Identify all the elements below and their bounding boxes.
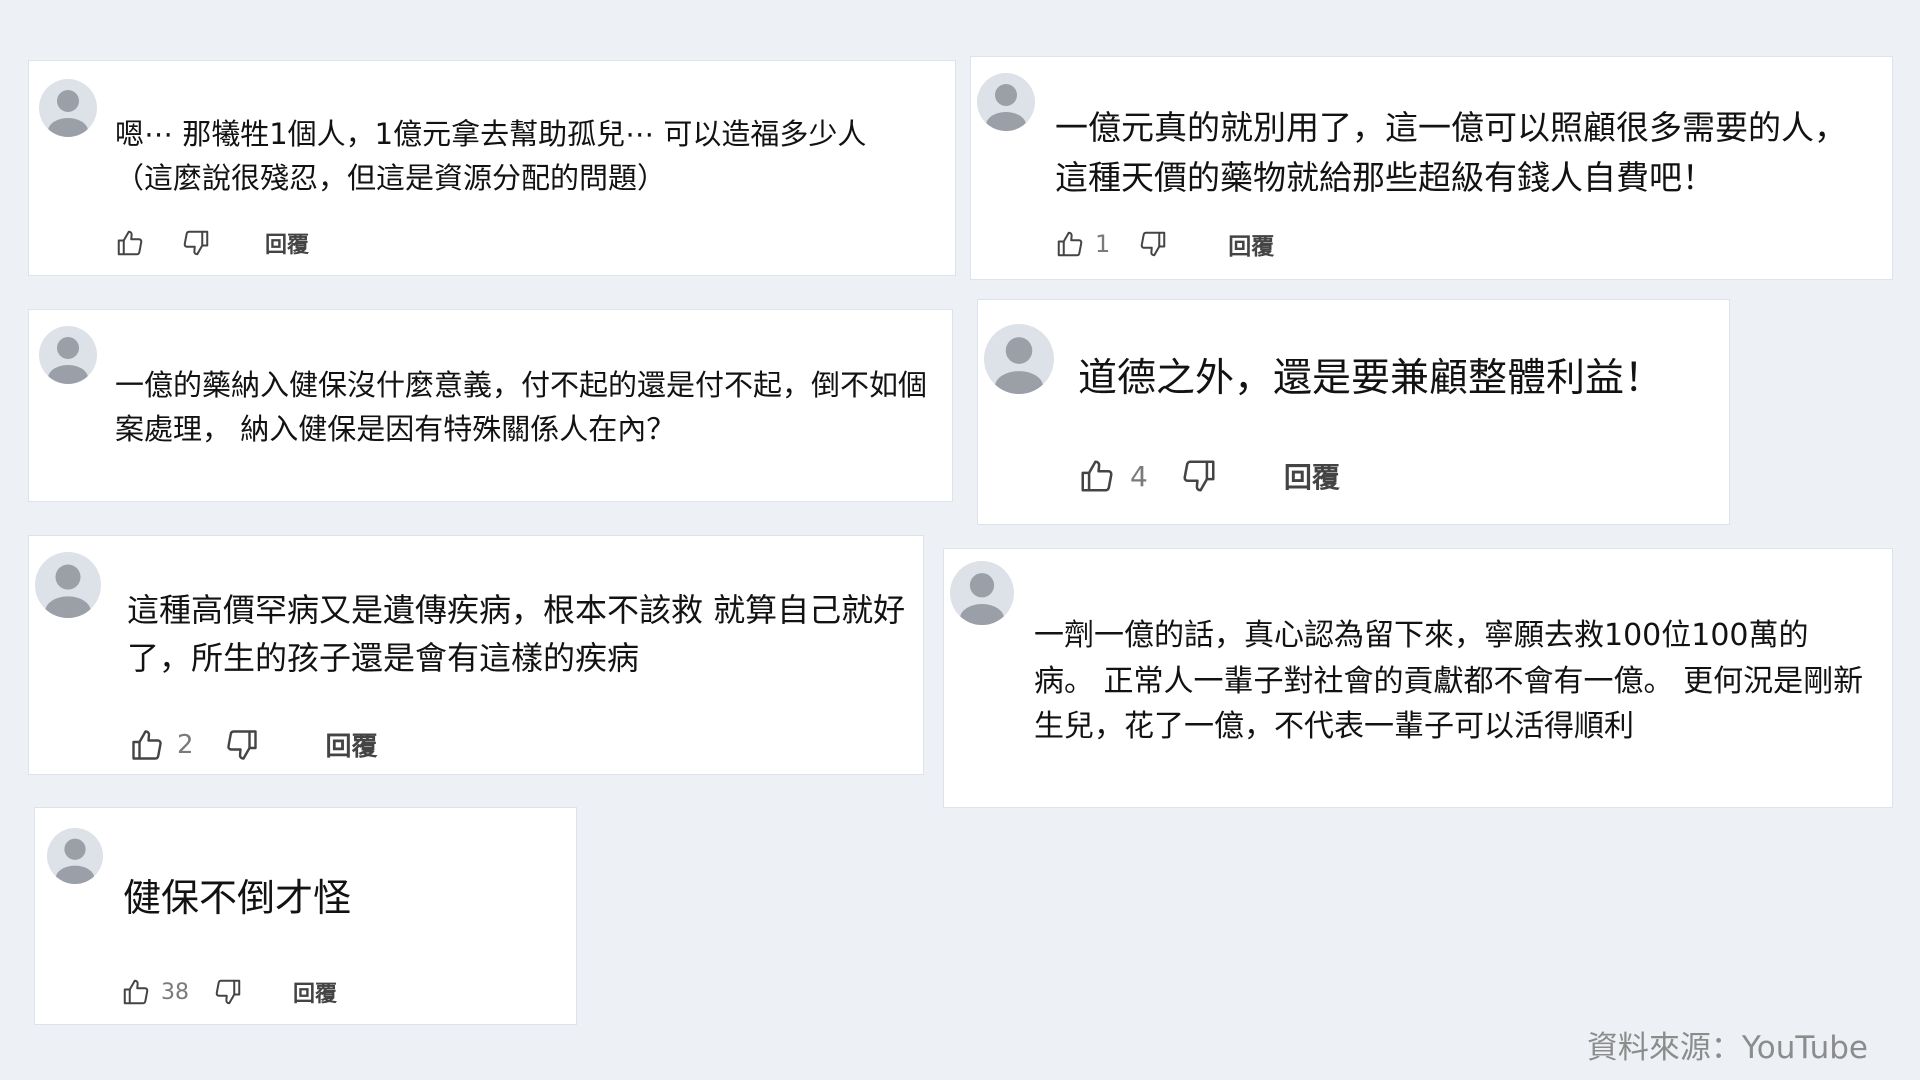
comment-text: 嗯⋯ 那犧牲1個人，1億元拿去幫助孤兒⋯ 可以造福多少人 （這麼說很殘忍，但這是…: [115, 117, 867, 195]
avatar[interactable]: [984, 324, 1054, 394]
reply-button[interactable]: 回覆: [265, 227, 309, 259]
reply-button[interactable]: 回覆: [1284, 456, 1340, 496]
avatar[interactable]: [39, 326, 97, 384]
comment-text: 這種高價罕病又是遺傳疾病，根本不該救 就算自己就好了，所生的孩子還是會有這樣的疾…: [127, 591, 906, 677]
thumbs-down-icon[interactable]: [213, 977, 243, 1007]
comment-card: 一劑一億的話，真心認為留下來，寧願去救100位100萬的病。 正常人一輩子對社會…: [943, 548, 1893, 808]
comment-text: 道德之外，還是要兼顧整體利益！: [1078, 356, 1664, 401]
source-caption: 資料來源：YouTube: [1586, 1030, 1868, 1066]
like-count: 2: [177, 729, 194, 760]
comment-text: 一劑一億的話，真心認為留下來，寧願去救100位100萬的病。 正常人一輩子對社會…: [1034, 618, 1864, 745]
reply-button[interactable]: 回覆: [293, 976, 337, 1008]
thumbs-down-icon[interactable]: [181, 228, 211, 258]
thumbs-up-icon[interactable]: [121, 977, 151, 1007]
reply-button[interactable]: 回覆: [1228, 227, 1274, 261]
like-count: 4: [1130, 459, 1148, 493]
comment-card: 一億元真的就別用了，這一億可以照顧很多需要的人，這種天價的藥物就給那些超級有錢人…: [970, 56, 1893, 280]
avatar[interactable]: [47, 828, 103, 884]
comment-card: 這種高價罕病又是遺傳疾病，根本不該救 就算自己就好了，所生的孩子還是會有這樣的疾…: [28, 535, 924, 775]
comment-card: 嗯⋯ 那犧牲1個人，1億元拿去幫助孤兒⋯ 可以造福多少人 （這麼說很殘忍，但這是…: [28, 60, 956, 276]
thumbs-down-icon[interactable]: [1180, 457, 1218, 495]
comment-text: 健保不倒才怪: [123, 876, 352, 920]
comment-card: 健保不倒才怪 38 回覆: [34, 807, 577, 1025]
avatar[interactable]: [35, 552, 101, 618]
comment-text: 一億的藥納入健保沒什麼意義，付不起的還是付不起，倒不如個案處理， 納入健保是因有…: [115, 368, 928, 446]
comment-card: 一億的藥納入健保沒什麼意義，付不起的還是付不起，倒不如個案處理， 納入健保是因有…: [28, 309, 953, 502]
comment-text: 一億元真的就別用了，這一億可以照顧很多需要的人，這種天價的藥物就給那些超級有錢人…: [1055, 108, 1847, 197]
like-count: 1: [1095, 230, 1111, 258]
thumbs-up-icon[interactable]: [115, 228, 145, 258]
thumbs-up-icon[interactable]: [1055, 229, 1085, 259]
thumbs-down-icon[interactable]: [224, 727, 260, 763]
avatar[interactable]: [977, 73, 1035, 131]
thumbs-down-icon[interactable]: [1138, 229, 1168, 259]
thumbs-up-icon[interactable]: [1078, 457, 1116, 495]
like-count: 38: [161, 979, 189, 1005]
comment-card: 道德之外，還是要兼顧整體利益！ 4 回覆: [977, 299, 1730, 525]
reply-button[interactable]: 回覆: [326, 726, 378, 763]
thumbs-up-icon[interactable]: [129, 727, 165, 763]
avatar[interactable]: [39, 79, 97, 137]
avatar[interactable]: [950, 561, 1014, 625]
